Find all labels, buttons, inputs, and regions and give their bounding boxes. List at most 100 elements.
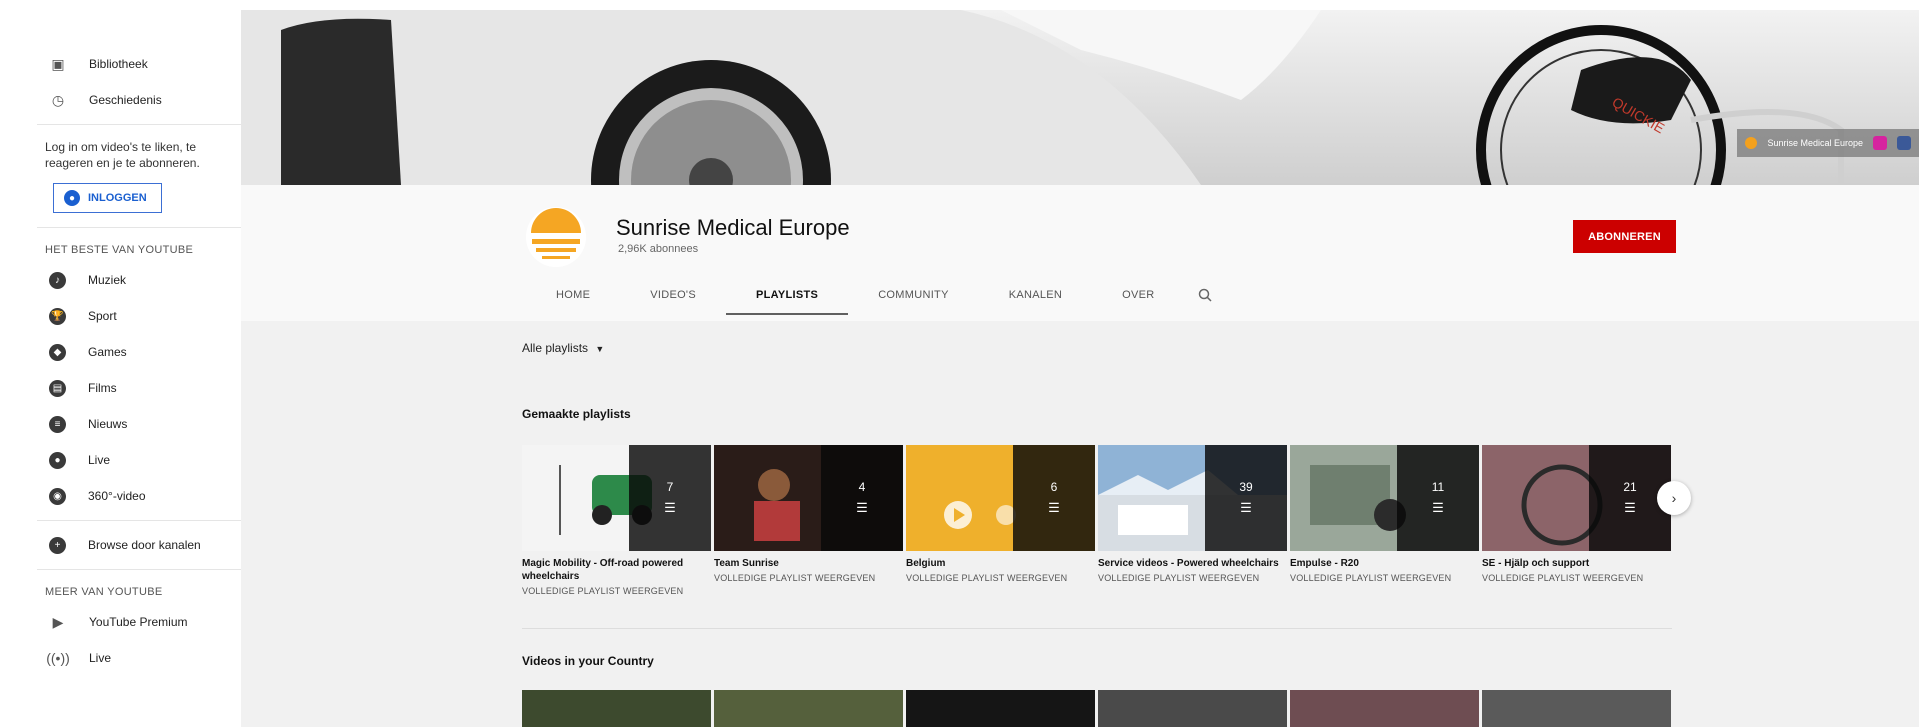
video-card[interactable] — [714, 690, 903, 727]
playlist-title[interactable]: SE - Hjälp och support — [1482, 557, 1671, 570]
sidebar-item-live[interactable]: ● Live — [37, 442, 241, 478]
tab-channels[interactable]: KANALEN — [979, 275, 1092, 315]
sidebar-item-youtube-premium[interactable]: ▶ YouTube Premium — [37, 604, 241, 640]
instagram-icon[interactable] — [1873, 136, 1887, 150]
playlist-card[interactable]: 11 ☰ Empulse - R20 VOLLEDIGE PLAYLIST WE… — [1290, 445, 1479, 596]
video-thumbnail[interactable] — [906, 690, 1095, 727]
filter-label: Alle playlists — [522, 341, 589, 355]
playlist-card[interactable]: 7 ☰ Magic Mobility - Off-road powered wh… — [522, 445, 711, 596]
playlist-count-overlay: 4 ☰ — [821, 445, 903, 551]
playlist-icon: ☰ — [1624, 500, 1636, 515]
playlist-card[interactable]: 39 ☰ Service videos - Powered wheelchair… — [1098, 445, 1287, 596]
video-card[interactable] — [1290, 690, 1479, 727]
live-icon: ● — [49, 451, 66, 469]
playlist-card[interactable]: 21 ☰ SE - Hjälp och support VOLLEDIGE PL… — [1482, 445, 1671, 596]
sport-icon: 🏆 — [49, 307, 66, 325]
playlist-thumbnail[interactable]: 39 ☰ — [1098, 445, 1287, 551]
sidebar-item-label: Geschiedenis — [89, 93, 162, 107]
playlist-title[interactable]: Belgium — [906, 557, 1095, 570]
chevron-down-icon: ▼ — [595, 344, 605, 354]
chevron-right-icon: › — [1671, 490, 1677, 506]
playlist-video-count: 6 — [1050, 480, 1058, 494]
sidebar-item-label: Games — [88, 345, 127, 359]
channel-avatar[interactable] — [526, 207, 586, 267]
banner-social-label[interactable]: Sunrise Medical Europe — [1767, 138, 1863, 148]
playlist-title[interactable]: Magic Mobility - Off-road powered wheelc… — [522, 557, 711, 583]
sidebar-item-library[interactable]: ▣ Bibliotheek — [37, 46, 241, 82]
sidebar-item-music[interactable]: ♪ Muziek — [37, 262, 241, 298]
divider — [37, 569, 241, 570]
divider — [37, 124, 241, 125]
sidebar-item-browse-channels[interactable]: + Browse door kanalen — [37, 527, 241, 563]
divider — [37, 520, 241, 521]
playlist-thumbnail[interactable]: 4 ☰ — [714, 445, 903, 551]
playlist-video-count: 4 — [858, 480, 866, 494]
video-card[interactable] — [1098, 690, 1287, 727]
sidebar-item-label: Bibliotheek — [89, 57, 148, 71]
playlist-title[interactable]: Empulse - R20 — [1290, 557, 1479, 570]
facebook-icon[interactable] — [1897, 136, 1911, 150]
banner-image: QUICKIE — [241, 10, 1919, 185]
playlist-thumbnail[interactable]: 6 ☰ — [906, 445, 1095, 551]
video-card[interactable] — [1482, 690, 1671, 727]
playlist-video-count: 39 — [1239, 480, 1253, 494]
video-thumbnail[interactable] — [1290, 690, 1479, 727]
video-card[interactable] — [522, 690, 711, 727]
sidebar-item-films[interactable]: ▤ Films — [37, 370, 241, 406]
sidebar-item-label: Films — [88, 381, 117, 395]
shelf-next-button[interactable]: › — [1657, 481, 1691, 515]
view-full-playlist-link[interactable]: VOLLEDIGE PLAYLIST WEERGEVEN — [1098, 573, 1287, 583]
playlist-card[interactable]: 6 ☰ Belgium VOLLEDIGE PLAYLIST WEERGEVEN — [906, 445, 1095, 596]
playlist-filter-dropdown[interactable]: Alle playlists ▼ — [522, 341, 604, 355]
playlist-video-count: 7 — [666, 480, 674, 494]
playlist-thumbnail[interactable]: 11 ☰ — [1290, 445, 1479, 551]
news-icon: ≡ — [49, 415, 66, 433]
360-video-icon: ◉ — [49, 487, 66, 505]
view-full-playlist-link[interactable]: VOLLEDIGE PLAYLIST WEERGEVEN — [906, 573, 1095, 583]
video-thumbnail[interactable] — [1098, 690, 1287, 727]
view-full-playlist-link[interactable]: VOLLEDIGE PLAYLIST WEERGEVEN — [522, 586, 711, 596]
divider — [37, 227, 241, 228]
sidebar-item-sport[interactable]: 🏆 Sport — [37, 298, 241, 334]
video-thumbnail[interactable] — [714, 690, 903, 727]
section-heading-best: HET BESTE VAN YOUTUBE — [45, 244, 194, 256]
section-title-created-playlists[interactable]: Gemaakte playlists — [522, 407, 631, 421]
channel-banner: QUICKIE Sunrise Medical Europe — [241, 10, 1919, 185]
channel-tabs: HOME VIDEO'S PLAYLISTS COMMUNITY KANALEN… — [526, 275, 1225, 315]
sidebar-item-games[interactable]: ◆ Games — [37, 334, 241, 370]
section-title-videos-in-your-country[interactable]: Videos in your Country — [522, 654, 654, 668]
tab-about[interactable]: OVER — [1092, 275, 1184, 315]
playlist-count-overlay: 6 ☰ — [1013, 445, 1095, 551]
tab-videos[interactable]: VIDEO'S — [620, 275, 726, 315]
playlists-content: Alle playlists ▼ Gemaakte playlists 7 ☰ … — [241, 321, 1919, 727]
playlist-shelf: 7 ☰ Magic Mobility - Off-road powered wh… — [522, 445, 1671, 596]
playlist-title[interactable]: Team Sunrise — [714, 557, 903, 570]
tab-playlists[interactable]: PLAYLISTS — [725, 275, 849, 315]
playlist-video-count: 21 — [1623, 480, 1637, 494]
video-card[interactable] — [906, 690, 1095, 727]
playlist-icon: ☰ — [1240, 500, 1252, 515]
subscribe-button[interactable]: ABONNEREN — [1573, 220, 1676, 253]
playlist-icon: ☰ — [1048, 500, 1060, 515]
tab-community[interactable]: COMMUNITY — [848, 275, 979, 315]
search-icon[interactable] — [1185, 275, 1225, 315]
playlist-thumbnail[interactable]: 7 ☰ — [522, 445, 711, 551]
view-full-playlist-link[interactable]: VOLLEDIGE PLAYLIST WEERGEVEN — [714, 573, 903, 583]
sidebar-item-history[interactable]: ◷ Geschiedenis — [37, 82, 241, 118]
playlist-card[interactable]: 4 ☰ Team Sunrise VOLLEDIGE PLAYLIST WEER… — [714, 445, 903, 596]
playlist-title[interactable]: Service videos - Powered wheelchairs — [1098, 557, 1287, 570]
playlist-thumbnail[interactable]: 21 ☰ — [1482, 445, 1671, 551]
subscriber-count: 2,96K abonnees — [618, 243, 699, 255]
tab-home[interactable]: HOME — [526, 275, 620, 315]
video-thumbnail[interactable] — [522, 690, 711, 727]
add-circle-icon: + — [49, 536, 66, 554]
sidebar: ▣ Bibliotheek ◷ Geschiedenis Log in om v… — [37, 0, 241, 727]
channel-name: Sunrise Medical Europe — [616, 215, 850, 240]
view-full-playlist-link[interactable]: VOLLEDIGE PLAYLIST WEERGEVEN — [1482, 573, 1671, 583]
view-full-playlist-link[interactable]: VOLLEDIGE PLAYLIST WEERGEVEN — [1290, 573, 1479, 583]
sidebar-item-live-broadcast[interactable]: ((•)) Live — [37, 640, 241, 676]
login-button[interactable]: ● INLOGGEN — [53, 183, 162, 213]
sidebar-item-360-video[interactable]: ◉ 360°-video — [37, 478, 241, 514]
sidebar-item-news[interactable]: ≡ Nieuws — [37, 406, 241, 442]
video-thumbnail[interactable] — [1482, 690, 1671, 727]
